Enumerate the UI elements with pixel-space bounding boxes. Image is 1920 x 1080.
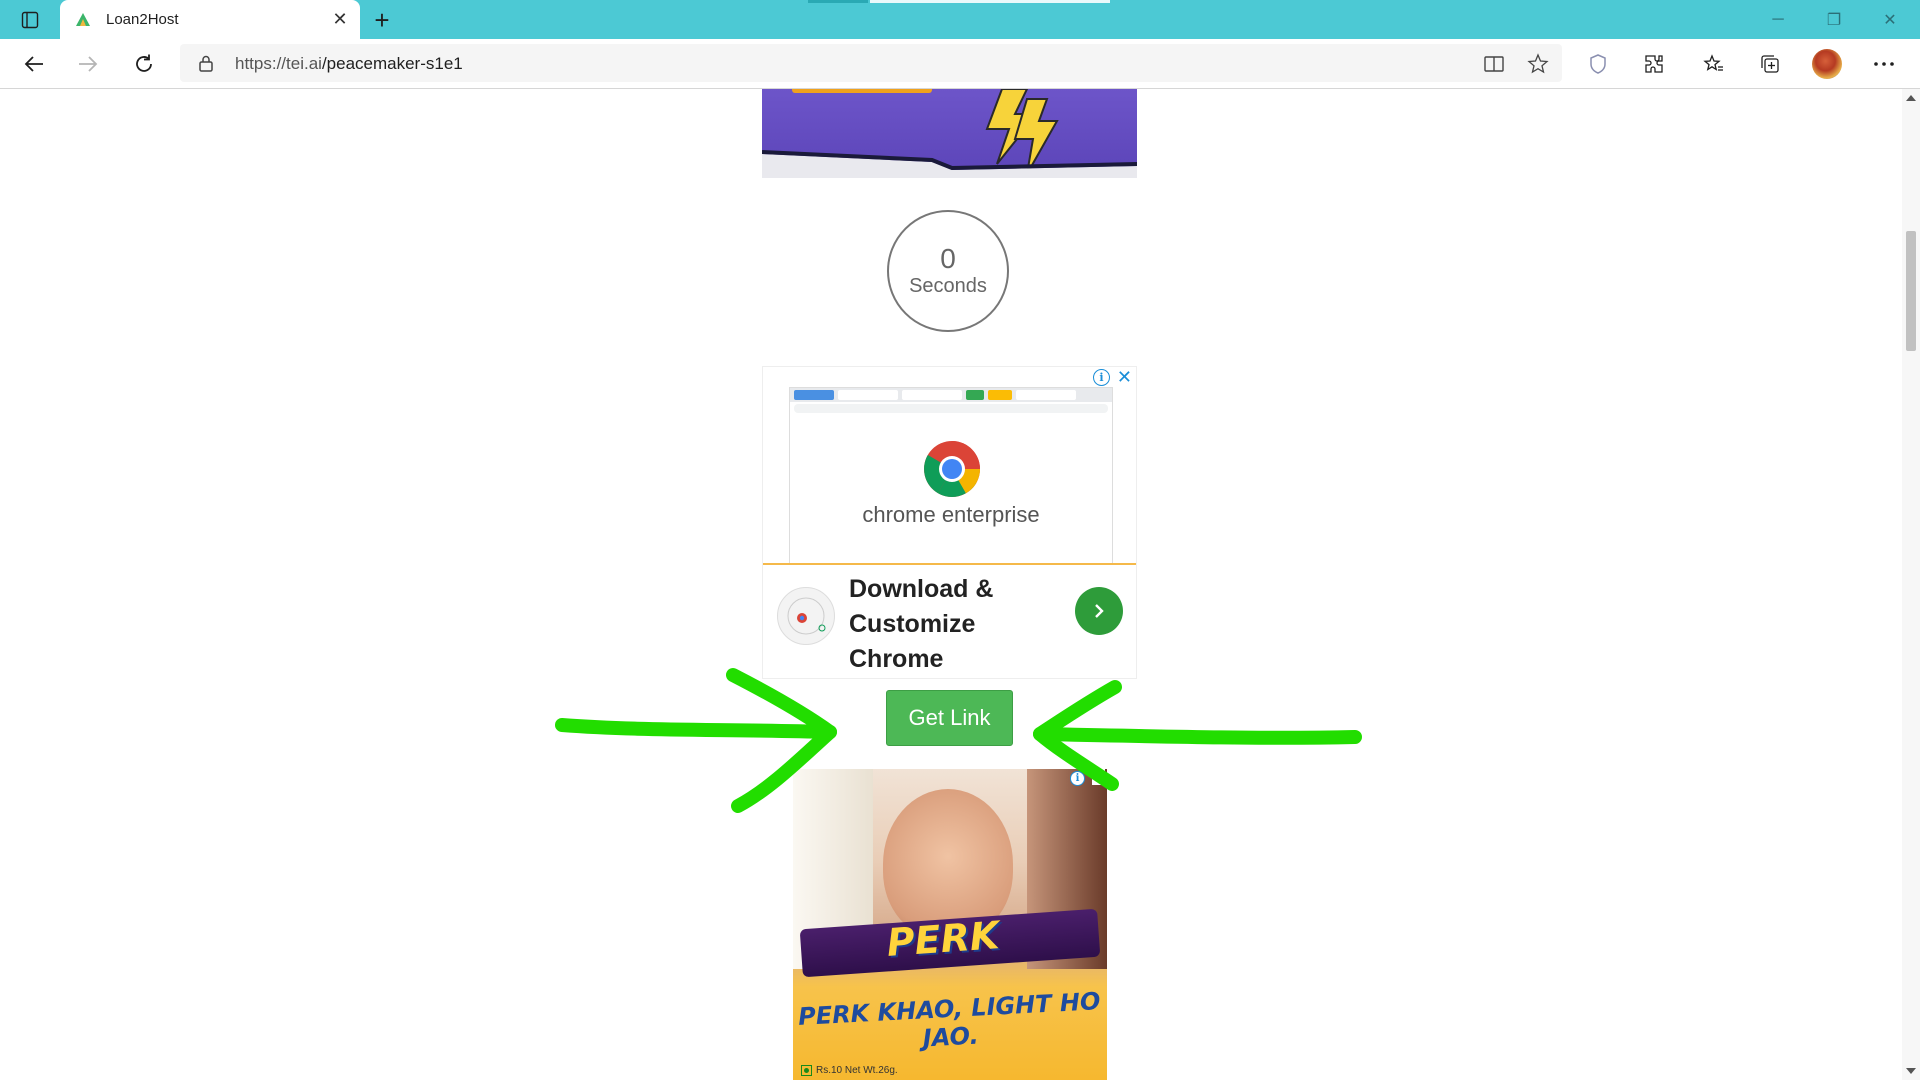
tab-title: Loan2Host	[106, 11, 179, 28]
url-path: /peacemaker-s1e1	[321, 54, 463, 73]
back-icon[interactable]	[16, 47, 52, 81]
ad-thumbnail[interactable]	[777, 587, 835, 645]
tab-close-icon[interactable]: ✕	[326, 6, 354, 34]
profile-avatar[interactable]	[1812, 49, 1842, 79]
settings-more-icon[interactable]	[1866, 47, 1902, 81]
restore-icon[interactable]: ❐	[1806, 0, 1862, 39]
ad-close-icon[interactable]: ✕	[1117, 367, 1132, 388]
url-text[interactable]: https://tei.ai/peacemaker-s1e1	[235, 54, 463, 74]
scroll-down-icon[interactable]	[1906, 1068, 1916, 1074]
perk-chocolate-ad[interactable]: PERK PERK KHAO, LIGHT HO JAO. Rs.10 Net …	[793, 769, 1107, 1080]
get-link-button[interactable]: Get Link	[886, 690, 1013, 746]
perk-fine-print-text: Rs.10 Net Wt.26g.	[816, 1065, 898, 1076]
loan2host-favicon-icon	[72, 9, 94, 31]
refresh-icon[interactable]	[126, 47, 162, 81]
favorites-icon[interactable]	[1696, 47, 1732, 81]
chrome-logo-icon	[924, 441, 980, 497]
perk-tagline: PERK KHAO, LIGHT HO JAO.	[797, 987, 1102, 1053]
page-content: 0 Seconds i ✕ chrome enterprise Download…	[0, 89, 1902, 1080]
ad-close-icon[interactable]: ✕	[1091, 769, 1105, 785]
navigation-toolbar: https://tei.ai/peacemaker-s1e1	[0, 39, 1920, 89]
tab-strip-highlight-secondary	[870, 0, 1110, 3]
top-banner-image[interactable]	[762, 89, 1137, 178]
title-bar: Loan2Host ✕ + ─ ❐ ✕	[0, 0, 1920, 39]
tracking-prevention-shield-icon[interactable]	[1580, 47, 1616, 81]
address-bar[interactable]: https://tei.ai/peacemaker-s1e1	[180, 44, 1562, 82]
ad-cta-line-3: Chrome	[849, 645, 944, 673]
tab-strip-highlight	[808, 0, 868, 3]
ad-info-icon[interactable]: i	[1070, 771, 1085, 786]
forward-icon[interactable]	[70, 47, 106, 81]
ad-cta-line-1: Download &	[849, 575, 994, 603]
veg-mark-icon	[801, 1065, 812, 1076]
left-arrow-shaft	[555, 718, 837, 739]
right-arrow-shaft	[1033, 727, 1362, 745]
active-tab[interactable]: Loan2Host ✕	[60, 0, 360, 39]
countdown-label: Seconds	[909, 275, 987, 297]
tab-actions-icon[interactable]	[16, 8, 44, 32]
add-favorite-icon[interactable]	[1524, 50, 1552, 78]
countdown-value: 0	[940, 243, 956, 274]
extensions-icon[interactable]	[1636, 47, 1672, 81]
scroll-up-icon[interactable]	[1906, 95, 1916, 101]
lock-icon[interactable]	[196, 53, 216, 73]
scrollbar-thumb[interactable]	[1906, 231, 1916, 351]
banner-button-edge	[792, 89, 932, 93]
url-host: https://tei.ai	[235, 54, 322, 73]
ad-cta-arrow-icon[interactable]	[1075, 587, 1123, 635]
ad-info-icon[interactable]: i	[1093, 369, 1110, 386]
ad-brand-text: chrome enterprise	[862, 502, 1040, 527]
chrome-enterprise-ad[interactable]: i ✕ chrome enterprise Download & Customi…	[762, 366, 1137, 679]
ad-cta-line-2: Customize	[849, 610, 976, 638]
immersive-reader-icon[interactable]	[1480, 50, 1508, 78]
perk-fine-print: Rs.10 Net Wt.26g.	[801, 1065, 898, 1076]
ad-mock-urlbar	[794, 404, 1108, 413]
countdown-timer: 0 Seconds	[887, 210, 1009, 332]
close-window-icon[interactable]: ✕	[1862, 0, 1918, 39]
ad-divider	[763, 563, 1136, 565]
minimize-icon[interactable]: ─	[1750, 0, 1806, 39]
ad-browser-mockup: chrome enterprise	[789, 387, 1113, 564]
ad-cta-text[interactable]: Download & Customize Chrome	[849, 572, 1049, 677]
collections-icon[interactable]	[1752, 47, 1788, 81]
banner-wave	[762, 150, 1137, 178]
vertical-scrollbar[interactable]	[1902, 89, 1920, 1080]
new-tab-button[interactable]: +	[368, 5, 396, 35]
ad-mock-tabs	[790, 388, 1112, 402]
